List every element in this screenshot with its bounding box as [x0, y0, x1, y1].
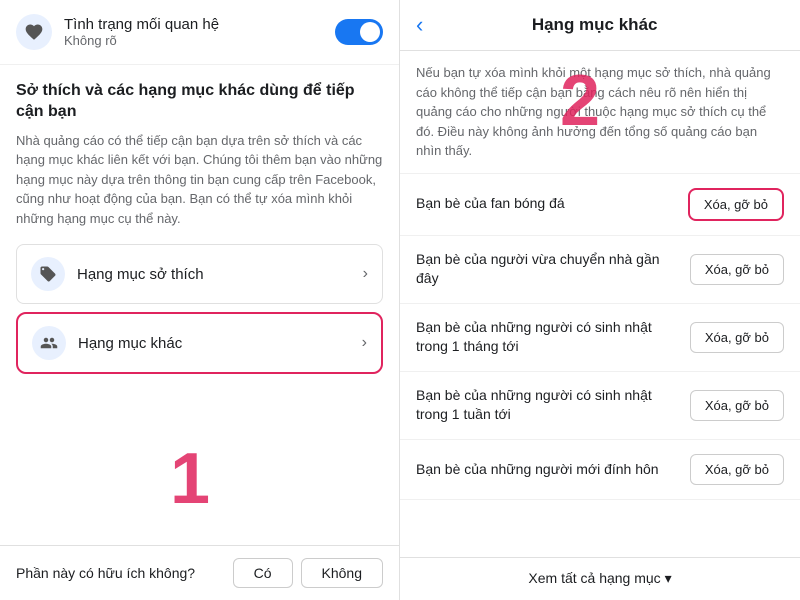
left-heading: Sở thích và các hạng mục khác dùng để ti… — [16, 81, 383, 123]
left-body: Sở thích và các hạng mục khác dùng để ti… — [0, 65, 399, 545]
relationship-text: Tình trạng mối quan hệ Không rõ — [64, 16, 335, 48]
item-text-0: Bạn bè của fan bóng đá — [416, 194, 688, 214]
remove-button-2[interactable]: Xóa, gỡ bỏ — [690, 322, 784, 353]
people-icon — [32, 326, 66, 360]
remove-button-3[interactable]: Xóa, gỡ bỏ — [690, 390, 784, 421]
left-panel: Tình trạng mối quan hệ Không rõ Sở thích… — [0, 0, 400, 600]
category-item-khac[interactable]: Hạng mục khác › — [16, 312, 383, 374]
feedback-yes-button[interactable]: Có — [233, 558, 293, 588]
chevron-right-icon-so-thich: › — [363, 265, 368, 283]
right-description: Nếu bạn tự xóa mình khỏi một hạng mục sở… — [400, 51, 800, 174]
item-text-2: Bạn bè của những người có sinh nhật tron… — [416, 318, 690, 357]
relationship-row[interactable]: Tình trạng mối quan hệ Không rõ — [0, 0, 399, 65]
remove-button-4[interactable]: Xóa, gỡ bỏ — [690, 454, 784, 485]
feedback-question: Phần này có hữu ích không? — [16, 565, 225, 581]
chevron-right-icon-khac: › — [362, 334, 367, 352]
category-item-so-thich[interactable]: Hạng mục sở thích › — [16, 244, 383, 304]
category-label-khac: Hạng mục khác — [78, 335, 362, 352]
relationship-icon — [16, 14, 52, 50]
list-item: Bạn bè của những người mới đính hôn Xóa,… — [400, 440, 800, 500]
list-item: Bạn bè của những người có sinh nhật tron… — [400, 372, 800, 440]
feedback-no-button[interactable]: Không — [301, 558, 383, 588]
remove-button-1[interactable]: Xóa, gỡ bỏ — [690, 254, 784, 285]
relationship-title: Tình trạng mối quan hệ — [64, 16, 335, 33]
toggle-switch[interactable] — [335, 19, 383, 45]
left-description: Nhà quảng cáo có thể tiếp cận bạn dựa tr… — [16, 131, 383, 229]
right-header: ‹ Hạng mục khác — [400, 0, 800, 51]
right-panel: ‹ Hạng mục khác Nếu bạn tự xóa mình khỏi… — [400, 0, 800, 600]
category-label-so-thich: Hạng mục sở thích — [77, 266, 363, 283]
item-text-4: Bạn bè của những người mới đính hôn — [416, 460, 690, 480]
right-body: Bạn bè của fan bóng đá Xóa, gỡ bỏ Bạn bè… — [400, 174, 800, 558]
feedback-bar: Phần này có hữu ích không? Có Không — [0, 545, 399, 600]
view-all-button[interactable]: Xem tất cả hạng mục ▾ — [528, 570, 671, 587]
item-text-3: Bạn bè của những người có sinh nhật tron… — [416, 386, 690, 425]
right-footer: Xem tất cả hạng mục ▾ — [400, 557, 800, 600]
relationship-subtitle: Không rõ — [64, 33, 335, 48]
back-button[interactable]: ‹ — [416, 12, 423, 38]
list-item: Bạn bè của những người có sinh nhật tron… — [400, 304, 800, 372]
list-item: Bạn bè của fan bóng đá Xóa, gỡ bỏ — [400, 174, 800, 236]
right-title: Hạng mục khác — [435, 15, 754, 35]
remove-button-0[interactable]: Xóa, gỡ bỏ — [688, 188, 784, 221]
item-text-1: Bạn bè của người vừa chuyển nhà gần đây — [416, 250, 690, 289]
list-item: Bạn bè của người vừa chuyển nhà gần đây … — [400, 236, 800, 304]
tag-icon — [31, 257, 65, 291]
